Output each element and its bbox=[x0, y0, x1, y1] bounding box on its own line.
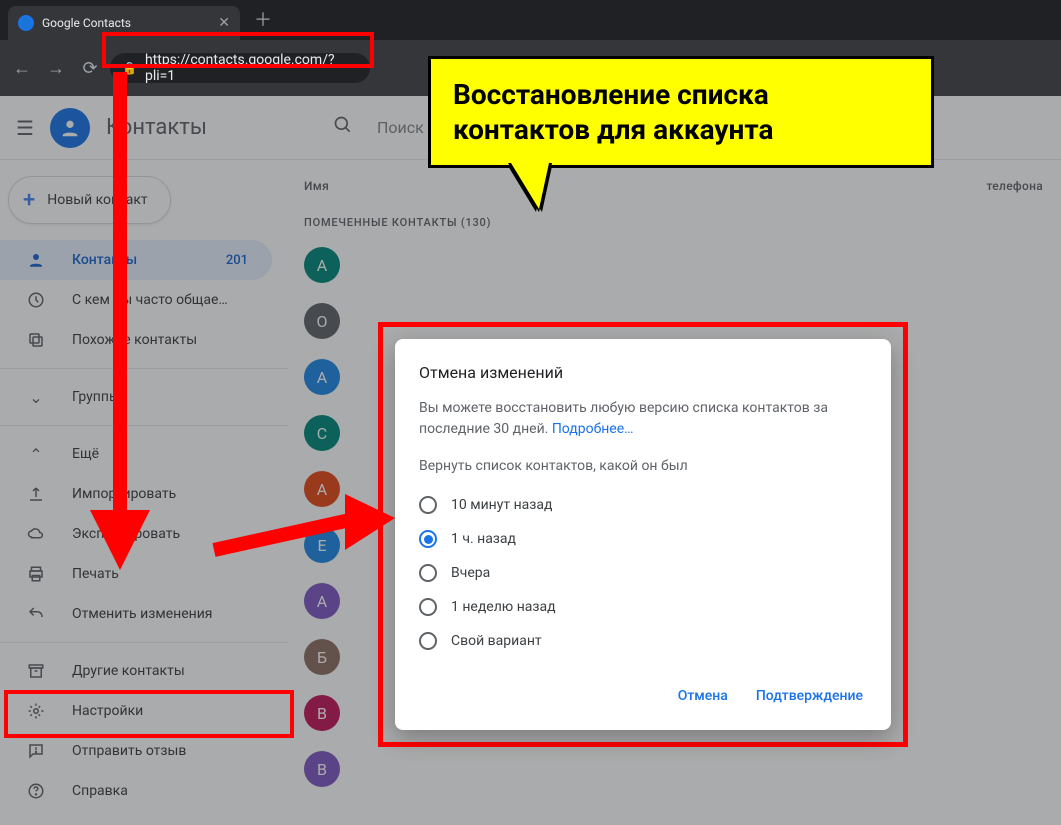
radio-label: Вчера bbox=[451, 565, 490, 581]
radio-option[interactable]: 1 ч. назад bbox=[419, 522, 867, 556]
dialog-subtitle: Вернуть список контактов, какой он был bbox=[419, 458, 867, 474]
lock-icon: 🔒 bbox=[122, 61, 137, 75]
dialog-title: Отмена изменений bbox=[419, 363, 867, 382]
dialog-confirm-button[interactable]: Подтверждение bbox=[752, 680, 867, 712]
dialog-more-link[interactable]: Подробнее… bbox=[552, 421, 634, 437]
radio-option[interactable]: Вчера bbox=[419, 556, 867, 590]
radio-option[interactable]: 1 неделю назад bbox=[419, 590, 867, 624]
callout-text: Восстановление списка контактов для акка… bbox=[453, 78, 773, 146]
annotation-undo-highlight bbox=[4, 690, 294, 738]
url-bar[interactable]: 🔒 https://contacts.google.com/?pli=1 bbox=[110, 53, 370, 83]
undo-dialog: Отмена изменений Вы можете восстановить … bbox=[395, 339, 891, 730]
radio-label: 1 неделю назад bbox=[451, 599, 556, 615]
contacts-favicon: 👤 bbox=[18, 15, 34, 31]
nav-reload-icon[interactable]: ⟳ bbox=[76, 54, 104, 82]
nav-forward-icon[interactable]: → bbox=[42, 54, 70, 82]
tab-close-icon[interactable]: ✕ bbox=[218, 15, 230, 31]
radio-label: Свой вариант bbox=[451, 633, 542, 649]
radio-icon bbox=[419, 632, 437, 650]
radio-icon bbox=[419, 496, 437, 514]
annotation-callout: Восстановление списка контактов для акка… bbox=[428, 56, 934, 168]
radio-icon bbox=[419, 598, 437, 616]
radio-option[interactable]: Свой вариант bbox=[419, 624, 867, 658]
tab-title: Google Contacts bbox=[42, 16, 131, 30]
radio-icon bbox=[419, 530, 437, 548]
annotation-dialog-highlight: Отмена изменений Вы можете восстановить … bbox=[378, 322, 908, 747]
radio-label: 10 минут назад bbox=[451, 497, 552, 513]
browser-tab[interactable]: 👤 Google Contacts ✕ bbox=[8, 6, 240, 40]
url-text: https://contacts.google.com/?pli=1 bbox=[145, 52, 358, 84]
new-tab-button[interactable]: ＋ bbox=[254, 6, 272, 32]
dialog-description: Вы можете восстановить любую версию спис… bbox=[419, 398, 867, 440]
radio-label: 1 ч. назад bbox=[451, 531, 516, 547]
radio-option[interactable]: 10 минут назад bbox=[419, 488, 867, 522]
radio-icon bbox=[419, 564, 437, 582]
dialog-cancel-button[interactable]: Отмена bbox=[674, 680, 732, 712]
nav-back-icon[interactable]: ← bbox=[8, 54, 36, 82]
